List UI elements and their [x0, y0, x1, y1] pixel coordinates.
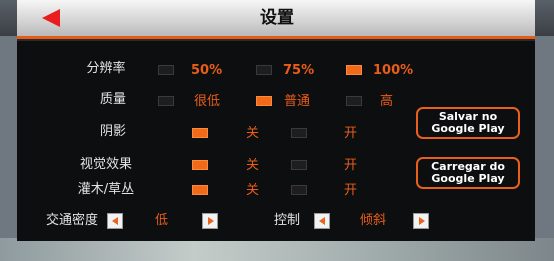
resolution-100-option[interactable]: 100% — [373, 63, 413, 79]
visual-effects-on-option[interactable]: 开 — [344, 158, 357, 174]
shadow-on-option[interactable]: 开 — [344, 126, 357, 142]
quality-high-option[interactable]: 高 — [380, 94, 393, 110]
visual-effects-on-checkbox[interactable] — [291, 160, 307, 170]
shadow-label: 阴影 — [99, 124, 127, 139]
visual-effects-label: 视觉效果 — [79, 157, 133, 172]
control-prev-arrow-icon[interactable] — [314, 213, 330, 229]
quality-label: 质量 — [99, 92, 127, 107]
traffic-density-label: 交通密度 — [45, 213, 99, 228]
save-button-line2: Google Play — [431, 122, 505, 135]
resolution-50-checkbox[interactable] — [158, 65, 174, 75]
visual-effects-off-option[interactable]: 关 — [246, 158, 259, 174]
control-next-arrow-icon[interactable] — [413, 213, 429, 229]
resolution-100-checkbox[interactable] — [346, 65, 362, 75]
visual-effects-off-checkbox[interactable] — [192, 160, 208, 170]
shrubs-off-option[interactable]: 关 — [246, 183, 259, 199]
shrubs-on-checkbox[interactable] — [291, 185, 307, 195]
control-value: 倾斜 — [360, 213, 387, 228]
control-label: 控制 — [273, 213, 301, 228]
resolution-50-option[interactable]: 50% — [191, 63, 222, 79]
shrubs-on-option[interactable]: 开 — [344, 183, 357, 199]
save-to-google-play-button[interactable]: Salvar no Google Play — [416, 107, 520, 139]
load-button-line2: Google Play — [431, 172, 505, 185]
resolution-75-checkbox[interactable] — [256, 65, 272, 75]
quality-normal-option[interactable]: 普通 — [284, 94, 310, 110]
quality-very-low-option[interactable]: 很低 — [194, 94, 220, 110]
resolution-label: 分辨率 — [86, 61, 126, 76]
traffic-density-next-arrow-icon[interactable] — [202, 213, 218, 229]
shadow-on-checkbox[interactable] — [291, 128, 307, 138]
shrubs-label: 灌木/草丛 — [77, 182, 135, 197]
traffic-density-prev-arrow-icon[interactable] — [107, 213, 123, 229]
quality-high-checkbox[interactable] — [346, 96, 362, 106]
shadow-off-option[interactable]: 关 — [246, 126, 259, 142]
traffic-density-value: 低 — [155, 213, 169, 228]
resolution-75-option[interactable]: 75% — [283, 63, 314, 79]
load-from-google-play-button[interactable]: Carregar do Google Play — [416, 157, 520, 189]
background-scene-bottom — [0, 238, 554, 261]
shadow-off-checkbox[interactable] — [192, 128, 208, 138]
shrubs-off-checkbox[interactable] — [192, 185, 208, 195]
quality-normal-checkbox[interactable] — [256, 96, 272, 106]
quality-very-low-checkbox[interactable] — [158, 96, 174, 106]
title-bar-shadow — [17, 39, 535, 41]
page-title: 设置 — [260, 8, 294, 28]
